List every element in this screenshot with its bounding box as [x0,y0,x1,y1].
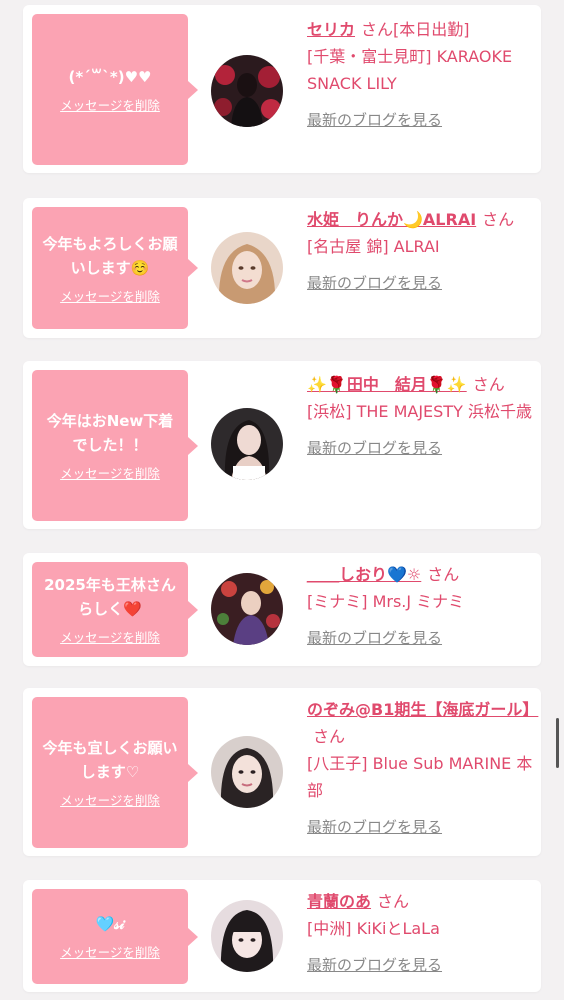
message-text: 🩵𝓈𝒾 [95,915,125,933]
message-bubble: (*´꒳`*)♥♥ メッセージを削除 [32,14,198,165]
shop-info: [名古屋 錦] ALRAI [307,237,440,256]
cast-suffix: さん [427,565,460,584]
message-bubble: 🩵𝓈𝒾 メッセージを削除 [32,889,198,984]
message-bubble: 2025年も王林さんらしく❤️ メッセージを削除 [32,562,198,657]
latest-blog-link[interactable]: 最新のブログを見る [307,270,533,297]
shop-info: [浜松] THE MAJESTY 浜松千歳 [307,402,532,421]
delete-message-link[interactable]: メッセージを削除 [60,286,160,305]
avatar[interactable] [211,55,283,127]
latest-blog-link[interactable]: 最新のブログを見る [307,435,533,462]
message-text: 今年も宜しくお願いします♡ [42,739,178,781]
cast-name-link[interactable]: ＿＿しおり💙☼ [307,565,421,584]
cast-info: セリカ さん[本日出勤] [千葉・富士見町] KARAOKE SNACK LILY… [307,16,533,134]
cast-name-link[interactable]: 水姫 りんか🌙ALRAI [307,210,476,229]
cast-suffix: さん [377,892,410,911]
cast-suffix: さん [313,727,346,746]
message-bubble: 今年も宜しくお願いします♡ メッセージを削除 [32,697,198,848]
message-text: (*´꒳`*)♥♥ [68,68,152,86]
cast-suffix: さん [472,375,505,394]
latest-blog-link[interactable]: 最新のブログを見る [307,814,533,841]
message-text: 今年はおNew下着でした！！ [46,412,174,454]
cast-name-link[interactable]: 青蘭のあ [307,892,371,911]
shop-info: [ミナミ] Mrs.J ミナミ [307,592,465,611]
delete-message-link[interactable]: メッセージを削除 [60,790,160,809]
shop-info: [中洲] KiKiとLaLa [307,919,440,938]
cast-name-link[interactable]: のぞみ@B1期生【海底ガール】 [307,700,538,719]
delete-message-link[interactable]: メッセージを削除 [60,627,160,646]
cast-suffix: さん[本日出勤] [361,20,470,39]
latest-blog-link[interactable]: 最新のブログを見る [307,625,533,652]
scrollbar[interactable] [556,718,559,768]
avatar[interactable] [211,408,283,480]
list-item: 今年もよろしくお願いします☺️ メッセージを削除 水姫 りんか🌙ALRAI さん … [23,198,541,338]
avatar[interactable] [211,573,283,645]
cast-info: 水姫 りんか🌙ALRAI さん [名古屋 錦] ALRAI 最新のブログを見る [307,206,533,297]
cast-info: ＿＿しおり💙☼ さん [ミナミ] Mrs.J ミナミ 最新のブログを見る [307,561,533,652]
cast-info: ✨🌹田中 結月🌹✨ さん [浜松] THE MAJESTY 浜松千歳 最新のブログ… [307,371,533,462]
shop-info: [八王子] Blue Sub MARINE 本部 [307,754,533,800]
delete-message-link[interactable]: メッセージを削除 [60,95,160,114]
message-bubble: 今年はおNew下着でした！！ メッセージを削除 [32,370,198,521]
delete-message-link[interactable]: メッセージを削除 [60,463,160,482]
list-item: (*´꒳`*)♥♥ メッセージを削除 セリカ さん[本日出勤] [千葉・富士見町]… [23,5,541,173]
list-item: 今年はおNew下着でした！！ メッセージを削除 ✨🌹田中 結月🌹✨ さん [浜松]… [23,361,541,529]
avatar[interactable] [211,232,283,304]
cast-name-link[interactable]: セリカ [307,20,355,39]
cast-info: 青蘭のあ さん [中洲] KiKiとLaLa 最新のブログを見る [307,888,533,979]
message-text: 今年もよろしくお願いします☺️ [42,234,178,277]
list-item: 今年も宜しくお願いします♡ メッセージを削除 のぞみ@B1期生【海底ガール】さん… [23,688,541,856]
shop-info: [千葉・富士見町] KARAOKE SNACK LILY [307,47,513,93]
avatar[interactable] [211,900,283,972]
latest-blog-link[interactable]: 最新のブログを見る [307,107,533,134]
list-item: 2025年も王林さんらしく❤️ メッセージを削除 ＿＿しおり💙☼ さん [ミナミ]… [23,553,541,666]
latest-blog-link[interactable]: 最新のブログを見る [307,952,533,979]
delete-message-link[interactable]: メッセージを削除 [60,942,160,961]
message-bubble: 今年もよろしくお願いします☺️ メッセージを削除 [32,207,198,329]
avatar[interactable] [211,736,283,808]
message-text: 2025年も王林さんらしく❤️ [44,576,176,618]
cast-name-link[interactable]: ✨🌹田中 結月🌹✨ [307,375,467,394]
cast-info: のぞみ@B1期生【海底ガール】さん [八王子] Blue Sub MARINE … [307,696,538,841]
cast-suffix: さん [482,210,515,229]
list-item: 🩵𝓈𝒾 メッセージを削除 青蘭のあ さん [中洲] KiKiとLaLa 最新のブロ… [23,880,541,992]
